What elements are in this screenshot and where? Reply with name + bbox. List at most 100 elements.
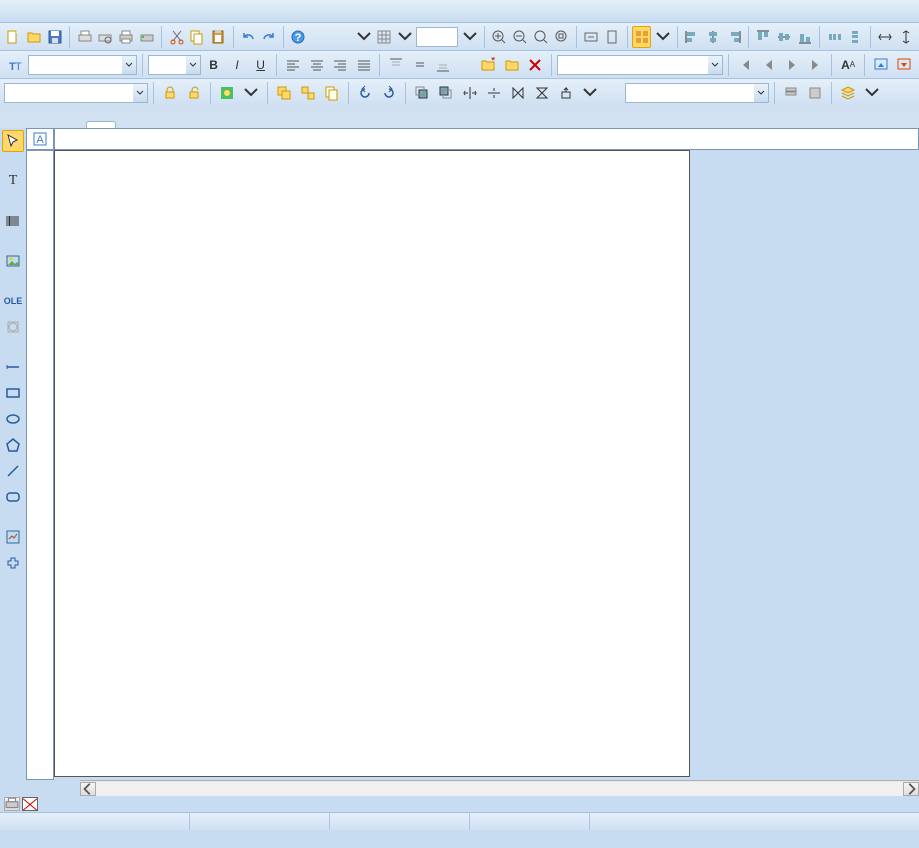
align-justify-button[interactable] <box>353 54 375 76</box>
paste-button[interactable] <box>209 26 228 48</box>
tab-document6[interactable] <box>86 121 116 128</box>
font-size-dropdown[interactable] <box>354 26 373 48</box>
cut-button[interactable] <box>167 26 186 48</box>
menu-file[interactable] <box>8 9 32 13</box>
save-button[interactable] <box>46 26 65 48</box>
mirror-h-button[interactable] <box>507 82 529 104</box>
export-button[interactable] <box>870 54 892 76</box>
font-name-combo[interactable] <box>28 55 137 75</box>
print-button[interactable] <box>117 26 136 48</box>
menu-object[interactable] <box>86 9 110 13</box>
scroll-right-icon[interactable] <box>903 782 919 796</box>
zoom-in-button[interactable] <box>490 26 509 48</box>
gallery-tool[interactable] <box>2 526 24 548</box>
color-button[interactable] <box>216 82 238 104</box>
layers-dropdown[interactable] <box>861 82 883 104</box>
align-middle-text-button[interactable] <box>409 54 431 76</box>
last-record-button[interactable] <box>805 54 827 76</box>
layers-button[interactable] <box>837 82 859 104</box>
grid-dropdown[interactable] <box>396 26 415 48</box>
align-center-button[interactable] <box>306 54 328 76</box>
object-name-combo[interactable] <box>4 83 148 103</box>
distribute-v-button[interactable] <box>846 26 865 48</box>
palette-print-icon[interactable] <box>4 797 20 811</box>
menu-window[interactable] <box>164 9 188 13</box>
font-size-value[interactable] <box>333 26 352 48</box>
ole-tool[interactable]: OLE <box>2 290 24 312</box>
rect-tool[interactable] <box>2 382 24 404</box>
image-tool[interactable] <box>2 250 24 272</box>
fit-width-button[interactable] <box>582 26 601 48</box>
color-dropdown[interactable] <box>240 82 262 104</box>
next-record-button[interactable] <box>781 54 803 76</box>
duplicate-button[interactable] <box>321 82 343 104</box>
data-field-combo[interactable] <box>557 55 723 75</box>
plugin-tool[interactable] <box>2 552 24 574</box>
menu-view[interactable] <box>60 9 84 13</box>
print-preview-button[interactable] <box>96 26 115 48</box>
align-right-button[interactable] <box>329 54 351 76</box>
quick-print-button[interactable] <box>138 26 157 48</box>
prev-record-button[interactable] <box>758 54 780 76</box>
redo-button[interactable] <box>259 26 278 48</box>
horizontal-scrollbar[interactable] <box>80 780 919 796</box>
menu-tools[interactable] <box>138 9 162 13</box>
layer-edit-button[interactable] <box>780 82 802 104</box>
zoom-fit-button[interactable] <box>532 26 551 48</box>
fit-height-button[interactable] <box>603 26 622 48</box>
same-height-button[interactable] <box>896 26 915 48</box>
align-bottom-obj-button[interactable] <box>796 26 815 48</box>
page[interactable] <box>54 150 690 777</box>
align-right-obj-button[interactable] <box>724 26 743 48</box>
menu-datasource[interactable] <box>112 9 136 13</box>
zoom-page-button[interactable] <box>552 26 571 48</box>
ungroup-button[interactable] <box>297 82 319 104</box>
italic-button[interactable]: I <box>226 54 248 76</box>
align-left-obj-button[interactable] <box>683 26 702 48</box>
menu-edit[interactable] <box>34 9 58 13</box>
underline-button[interactable]: U <box>250 54 272 76</box>
lock-button[interactable] <box>159 82 181 104</box>
select-tool[interactable] <box>2 130 24 152</box>
new-button[interactable] <box>4 26 23 48</box>
rotate-right-button[interactable] <box>378 82 400 104</box>
polygon-tool[interactable] <box>2 434 24 456</box>
roundrect-tool[interactable] <box>2 486 24 508</box>
first-record-button[interactable] <box>734 54 756 76</box>
align-bottom-text-button[interactable] <box>433 54 455 76</box>
flip-v-button[interactable] <box>483 82 505 104</box>
delete-button[interactable] <box>525 54 547 76</box>
send-back-button[interactable] <box>435 82 457 104</box>
ellipse-tool[interactable] <box>2 408 24 430</box>
zoom-input[interactable] <box>416 27 458 47</box>
rotate-90-button[interactable] <box>555 82 577 104</box>
align-middle-obj-button[interactable] <box>775 26 794 48</box>
horizontal-ruler[interactable] <box>54 128 919 150</box>
open-folder-button[interactable] <box>501 54 523 76</box>
mirror-v-button[interactable] <box>531 82 553 104</box>
rotate-left-button[interactable] <box>354 82 376 104</box>
bold-button[interactable]: B <box>203 54 225 76</box>
undo-button[interactable] <box>238 26 257 48</box>
group-button[interactable] <box>273 82 295 104</box>
align-top-text-button[interactable] <box>385 54 407 76</box>
zoom-out-button[interactable] <box>511 26 530 48</box>
rotate-90-dropdown[interactable] <box>579 82 601 104</box>
layer-delete-button[interactable] <box>804 82 826 104</box>
copy-button[interactable] <box>188 26 207 48</box>
menu-help[interactable] <box>190 9 214 13</box>
font-size-combo[interactable] <box>148 55 201 75</box>
barcode-tool[interactable] <box>2 210 24 232</box>
line-tool[interactable] <box>2 460 24 482</box>
distribute-h-button[interactable] <box>825 26 844 48</box>
align-center-obj-button[interactable] <box>704 26 723 48</box>
no-color-swatch[interactable] <box>22 797 38 811</box>
snap-button[interactable] <box>632 26 651 48</box>
snap-dropdown[interactable] <box>653 26 672 48</box>
shape-tool[interactable] <box>2 316 24 338</box>
zoom-dropdown[interactable] <box>460 26 479 48</box>
help-button[interactable]: ? <box>289 26 308 48</box>
bring-front-button[interactable] <box>411 82 433 104</box>
text-tool-icon[interactable]: TT <box>4 54 26 76</box>
vertical-ruler[interactable] <box>26 150 54 780</box>
